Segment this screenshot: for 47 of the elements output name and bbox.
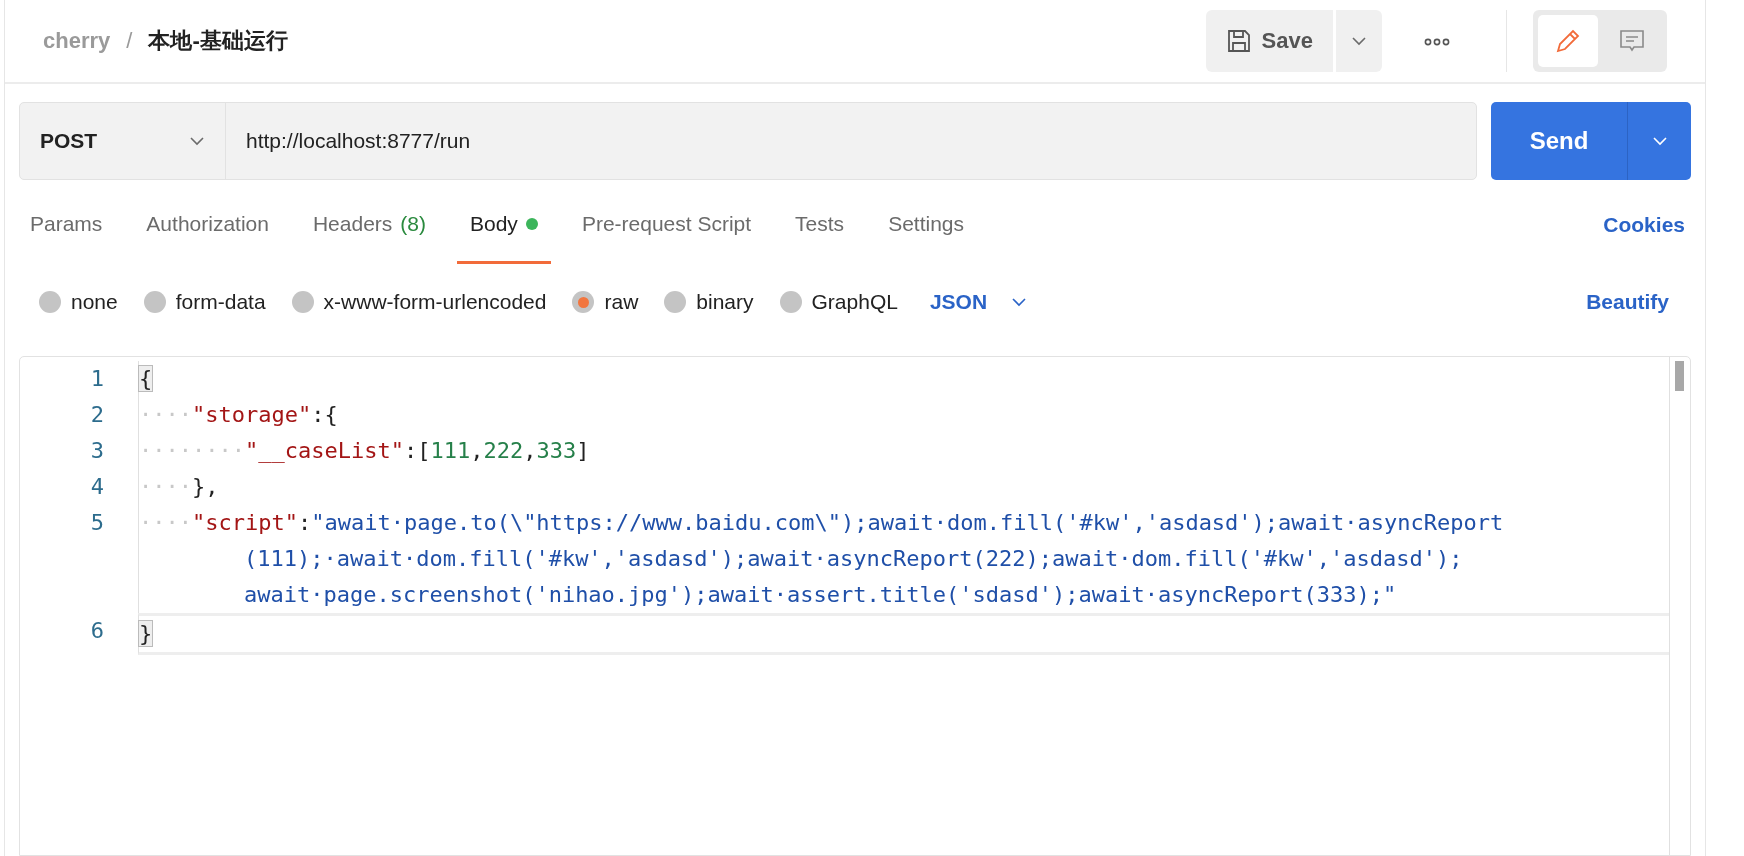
request-name: 本地-基础运行 [148,27,288,55]
line-number: 1 [89,365,105,393]
request-tab[interactable]: Tests [782,186,858,264]
radio-button[interactable] [291,291,314,313]
format-dropdown[interactable]: JSON [923,289,1034,315]
line-number: 6 [89,617,105,645]
save-button[interactable]: Save [1205,10,1333,72]
header-count: (8) [400,211,426,236]
breadcrumb-separator: / [126,28,133,54]
line-number: 2 [89,401,105,429]
beautify-link[interactable]: Beautify [1580,289,1675,315]
cookies-link[interactable]: Cookies [1597,212,1691,238]
body-type-option[interactable]: none [39,290,118,314]
code-line: ········"__caseList":[111,222,333] [139,437,591,465]
request-tab[interactable]: Body [457,186,551,264]
line-number: 3 [89,437,105,465]
request-tab[interactable]: Authorization [133,186,282,264]
pencil-icon [1554,27,1582,55]
code-line: ····"script":"await·page.to(\"https://www.baidu.com\");await·dom.fill('#kw','asdasd');await·asyncReport [139,509,1505,537]
request-tab[interactable]: Settings [875,186,977,264]
code-line: await·page.screenshot('nihao.jpg');await·assert.title('sdasd');await·asyncReport(333);" [243,581,1398,609]
body-type-option[interactable]: raw [572,290,639,314]
request-tab[interactable]: Params [17,186,116,264]
body-type-option[interactable]: binary [664,290,754,314]
save-options-button[interactable] [1336,10,1382,72]
request-tab[interactable]: Pre-request Script [568,186,765,264]
more-icon [1424,37,1450,46]
edit-mode-button[interactable] [1538,15,1598,67]
body-type-option[interactable]: x-www-form-urlencoded [291,290,547,314]
line-number: 4 [89,473,105,501]
code-editor[interactable] [19,356,1691,856]
code-line: (111);·await·dom.fill('#kw','asdasd');await·asyncReport(222);await·dom.fill('#kw','asdasd'); [243,545,1464,573]
body-type-option[interactable]: form-data [143,290,266,314]
chevron-down-icon [1351,36,1367,46]
radio-button[interactable] [39,291,61,313]
code-line: ····}, [139,473,220,501]
radio-button[interactable] [572,291,595,313]
line-number: 5 [89,509,105,537]
request-tab[interactable]: Headers (8) [299,186,439,264]
scrollbar-thumb[interactable] [1675,361,1684,391]
chevron-down-icon [1651,136,1668,146]
body-type-option[interactable]: GraphQL [779,290,898,314]
radio-button[interactable] [664,291,687,313]
radio-button[interactable] [143,291,166,313]
radio-button[interactable] [779,291,802,313]
chevron-down-icon [1011,297,1028,307]
code-line: ····"storage":{ [139,401,339,429]
